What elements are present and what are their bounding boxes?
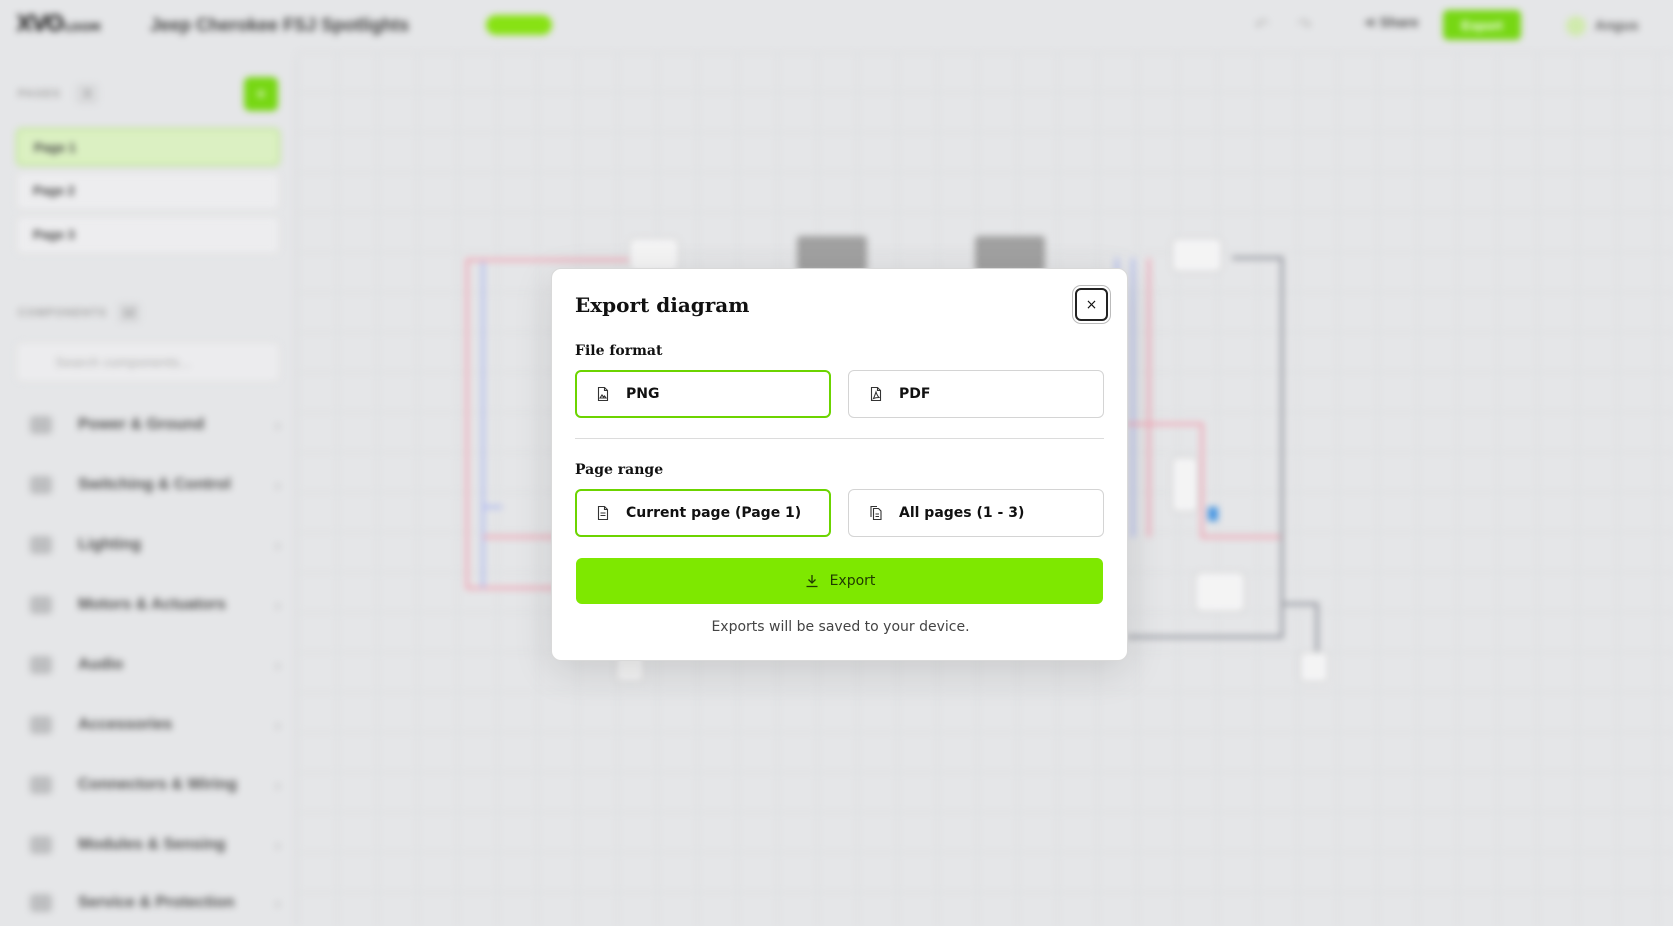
download-icon — [804, 573, 820, 589]
format-option-png[interactable]: PNG — [575, 370, 831, 418]
divider — [575, 438, 1104, 439]
pdf-file-icon — [868, 386, 884, 402]
range-option-all-pages[interactable]: All pages (1 - 3) — [848, 489, 1104, 537]
dialog-title: Export diagram — [575, 293, 750, 317]
page-range-label: Page range — [575, 462, 664, 478]
format-option-pdf[interactable]: PDF — [848, 370, 1104, 418]
image-file-icon — [595, 386, 611, 402]
document-icon — [595, 505, 611, 521]
close-button[interactable]: × — [1075, 288, 1108, 321]
export-dialog: Export diagram × File format PNG PDF Pag… — [551, 268, 1128, 661]
file-format-label: File format — [575, 343, 663, 359]
export-button-label: Export — [829, 573, 876, 589]
documents-stack-icon — [868, 505, 884, 521]
range-option-current-page[interactable]: Current page (Page 1) — [575, 489, 831, 537]
export-button[interactable]: Export — [576, 558, 1103, 604]
export-footnote: Exports will be saved to your device. — [711, 619, 970, 635]
close-icon: × — [1085, 296, 1098, 313]
